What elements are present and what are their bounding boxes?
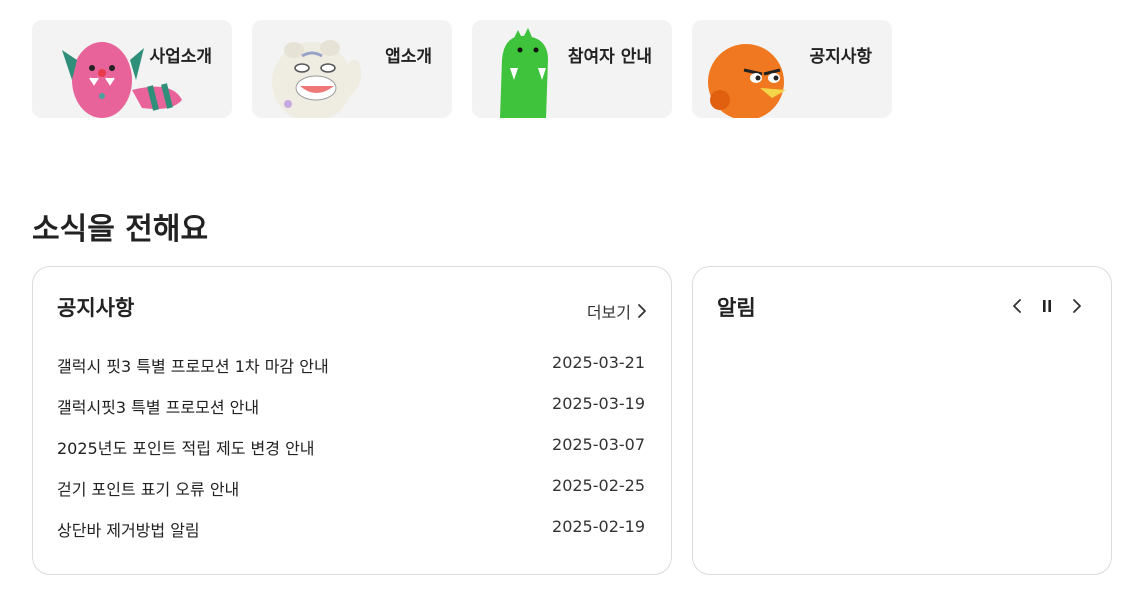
prev-button[interactable] xyxy=(1009,297,1025,315)
notice-list: 갤럭시 핏3 특별 프로모션 1차 마감 안내 2025-03-21 갤럭시핏3… xyxy=(57,353,645,558)
orange-bird-icon xyxy=(708,44,786,118)
notice-item-date: 2025-03-07 xyxy=(552,435,645,454)
notice-item[interactable]: 걷기 포인트 표기 오류 안내 2025-02-25 xyxy=(57,476,645,517)
notice-panel: 공지사항 더보기 갤럭시 핏3 특별 프로모션 1차 마감 안내 2025-03… xyxy=(32,266,672,575)
notice-item-date: 2025-02-25 xyxy=(552,476,645,495)
quick-card-label: 앱소개 xyxy=(385,47,432,67)
quick-card-notice[interactable]: 공지사항 xyxy=(692,20,892,118)
chevron-right-icon xyxy=(1073,299,1081,313)
alert-carousel-controls xyxy=(1009,297,1085,315)
pause-button[interactable] xyxy=(1039,297,1055,315)
notice-title: 공지사항 xyxy=(57,296,135,320)
notice-item[interactable]: 상단바 제거방법 알림 2025-02-19 xyxy=(57,517,645,558)
notice-item-title: 갤럭시핏3 특별 프로모션 안내 xyxy=(57,398,260,417)
notice-item[interactable]: 갤럭시 핏3 특별 프로모션 1차 마감 안내 2025-03-21 xyxy=(57,353,645,394)
quick-card-label: 공지사항 xyxy=(809,47,872,67)
quick-card-business[interactable]: 사업소개 xyxy=(32,20,232,118)
quick-card-label: 사업소개 xyxy=(149,47,212,67)
pink-monster-icon xyxy=(62,42,182,118)
more-label: 더보기 xyxy=(586,303,631,322)
quick-card-app[interactable]: 앱소개 xyxy=(252,20,452,118)
notice-item[interactable]: 2025년도 포인트 적립 제도 변경 안내 2025-03-07 xyxy=(57,435,645,476)
chevron-right-icon xyxy=(638,304,646,318)
notice-item-date: 2025-02-19 xyxy=(552,517,645,536)
chevron-left-icon xyxy=(1013,299,1021,313)
notice-item-title: 걷기 포인트 표기 오류 안내 xyxy=(57,480,240,499)
notice-item-date: 2025-03-21 xyxy=(552,353,645,372)
quick-menu: 사업소개 앱소개 참여자 안내 공지사항 xyxy=(32,20,892,118)
notice-item-title: 상단바 제거방법 알림 xyxy=(57,521,200,540)
green-dino-icon xyxy=(500,28,548,118)
notice-item[interactable]: 갤럭시핏3 특별 프로모션 안내 2025-03-19 xyxy=(57,394,645,435)
quick-card-participant[interactable]: 참여자 안내 xyxy=(472,20,672,118)
quick-card-label: 참여자 안내 xyxy=(567,47,652,67)
notice-item-date: 2025-03-19 xyxy=(552,394,645,413)
white-tiger-icon xyxy=(272,40,362,118)
alert-panel: 알림 xyxy=(692,266,1112,575)
more-button[interactable]: 더보기 xyxy=(587,299,647,323)
section-title: 소식을 전해요 xyxy=(32,212,209,247)
next-button[interactable] xyxy=(1069,297,1085,315)
notice-item-title: 갤럭시 핏3 특별 프로모션 1차 마감 안내 xyxy=(57,357,329,376)
pause-icon xyxy=(1043,300,1051,312)
notice-item-title: 2025년도 포인트 적립 제도 변경 안내 xyxy=(57,439,315,458)
alert-title: 알림 xyxy=(717,296,756,320)
